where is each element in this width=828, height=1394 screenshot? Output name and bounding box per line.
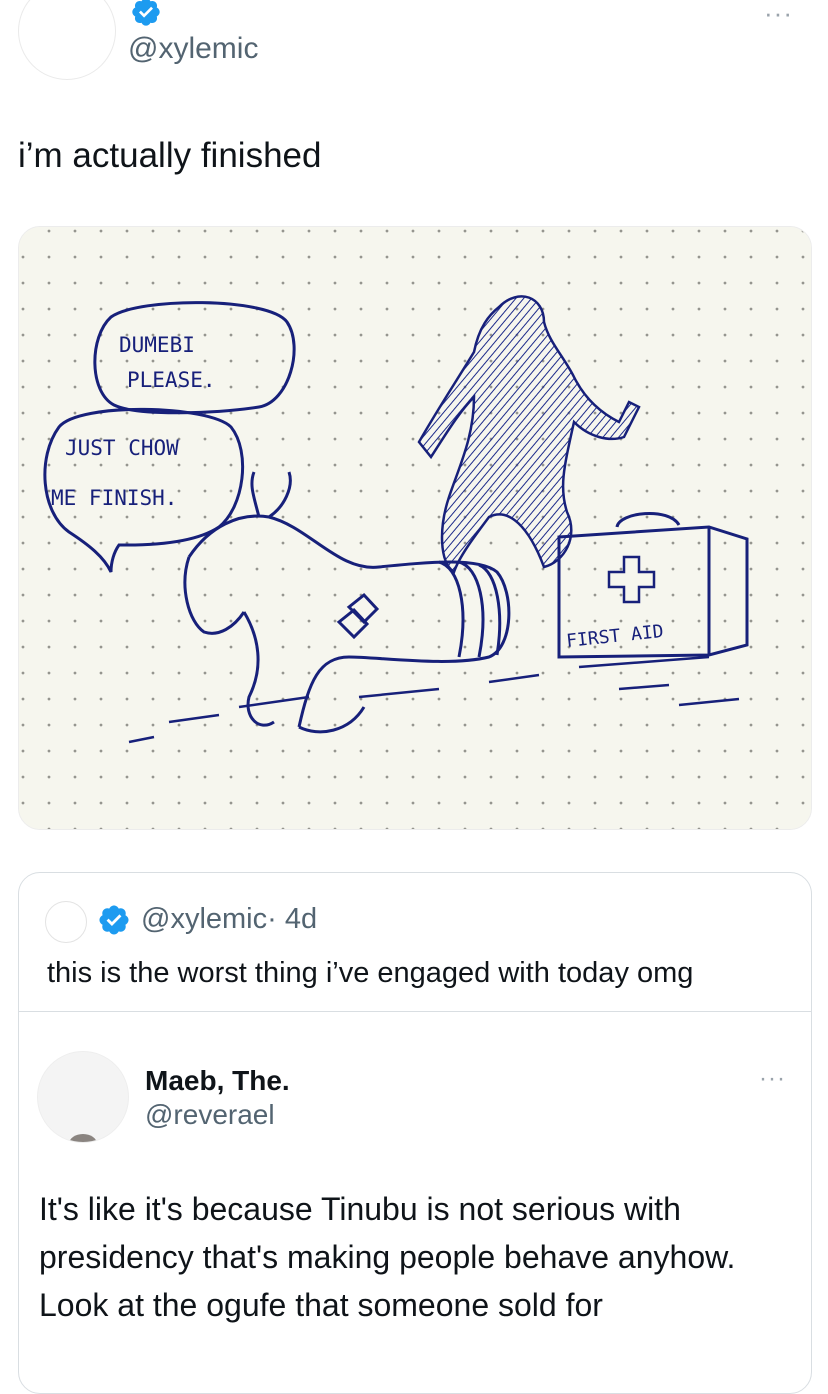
embedded-tweet-text: It's like it's because Tinubu is not ser… [39,1191,736,1323]
tweet-media-image[interactable]: DUMEBI PLEASE. JUST CHOW ME FINISH. FIRS… [18,226,812,830]
quoted-tweet-card[interactable]: @xylemic· 4d this is the worst thing i’v… [18,872,812,1394]
bubble2-line2: ME FINISH. [51,486,177,510]
avatar-image [69,1134,97,1142]
author-handle[interactable]: @xylemic [128,32,258,66]
author-avatar[interactable] [18,0,116,80]
sketch-illustration: DUMEBI PLEASE. JUST CHOW ME FINISH. FIRS… [19,227,811,829]
quoted-tweet-text: this is the worst thing i’ve engaged wit… [47,957,694,989]
embedded-author-name[interactable]: Maeb, The. [145,1065,290,1097]
bubble2-line1: JUST CHOW [65,436,179,460]
tweet-text: i’m actually finished [18,136,322,175]
embedded-author-handle[interactable]: @reverael [145,1099,275,1131]
embedded-author-avatar[interactable] [37,1051,129,1143]
divider [19,1011,811,1012]
more-options-icon[interactable]: ··· [764,0,793,29]
bubble1-line2: PLEASE. [127,368,216,392]
more-options-icon[interactable]: ··· [759,1065,786,1093]
verified-badge-icon [99,905,129,935]
verified-badge-icon [132,0,160,26]
quoted-timestamp: · 4d [267,903,318,935]
bubble1-line1: DUMEBI [119,333,195,357]
quoted-author-avatar[interactable] [45,901,87,943]
quoted-author-handle[interactable]: @xylemic· 4d [141,903,317,936]
quoted-handle-text[interactable]: @xylemic [141,903,267,935]
